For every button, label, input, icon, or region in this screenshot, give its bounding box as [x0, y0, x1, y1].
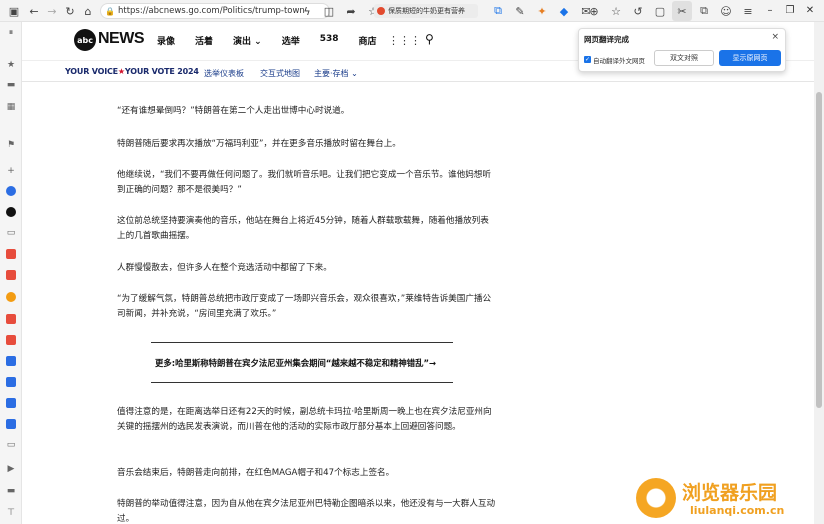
back-button[interactable]: ←	[24, 1, 44, 21]
sidebar-star-icon[interactable]: ★	[3, 58, 19, 72]
vote-brand-left: YOUR VOICE	[65, 67, 118, 76]
auto-translate-checkbox[interactable]: ✓	[584, 56, 591, 63]
watermark-logo-icon	[636, 478, 676, 518]
article-paragraph: 特朗普随后要求再次播放“万福玛利亚”，并在更多音乐播放时留在舞台上。	[117, 139, 401, 149]
share-icon[interactable]: ➦	[341, 1, 361, 21]
translation-popup: 网页翻译完成 × ✓ 自动翻译外文网页 双文对照 显示原网页	[578, 28, 786, 72]
vote-star-icon: ★	[117, 67, 125, 76]
main-nav: 录像 活着 演出 ⌄ 选举 538 商店	[157, 34, 397, 47]
window-controls: – ❐ ✕	[760, 0, 820, 20]
browser-menu-icon[interactable]: ▣	[4, 1, 24, 21]
sidebar-grid-icon[interactable]: ▦	[3, 100, 19, 114]
tabs-icon[interactable]: ▢	[650, 1, 670, 21]
article-paragraph: 音乐会结束后，特朗普走向前排，在红色MAGA帽子和47个标志上签名。	[117, 468, 395, 478]
sidebar-trash-icon[interactable]: ▬	[3, 484, 19, 498]
scrollbar-thumb[interactable]	[816, 92, 822, 408]
translate-icon[interactable]: ⧉	[488, 1, 508, 21]
sidebar-media-icon[interactable]: ▶	[3, 462, 19, 476]
watermark-url: liulanqi.com.cn	[690, 504, 785, 517]
sidebar-add-icon[interactable]: +	[3, 164, 19, 178]
user-icon[interactable]: ☺	[716, 1, 736, 21]
favorites-icon[interactable]: ☆	[606, 1, 626, 21]
vote-brand-right: YOUR VOTE 2024	[124, 67, 199, 76]
sidebar-collapse-icon[interactable]: ⏸	[3, 26, 19, 40]
article-paragraph: “为了缓解气氛，特朗普总统把市政厅变成了一场即兴音乐会，观众很喜欢，”莱维特告诉…	[117, 294, 492, 319]
nav-item-elections[interactable]: 选举	[282, 34, 300, 47]
watermark-text: 浏览器乐园	[682, 482, 778, 504]
abc-logo[interactable]: abc	[74, 29, 96, 51]
blue-extension-icon[interactable]: ◆	[554, 1, 574, 21]
popup-close-button[interactable]: ×	[771, 32, 779, 42]
nav-item-live[interactable]: 活着	[195, 34, 213, 47]
browser-sidebar: ⏸ ★ ▬ ▦ ⚑ + ▭ ▭ ▶ ▬ ⊤	[0, 22, 22, 524]
home-button[interactable]: ⌂	[78, 1, 98, 21]
article-paragraph: 人群慢慢散去，但许多人在整个竞选活动中都留了下来。	[117, 263, 332, 273]
article-paragraph: 值得注意的是，在距离选举日还有22天的时候，副总统卡玛拉·哈里斯周一晚上也在宾夕…	[117, 407, 492, 432]
show-original-button[interactable]: 显示原网页	[719, 50, 781, 66]
download-icon[interactable]: ⊕	[584, 1, 604, 21]
maximize-icon[interactable]: ❐	[780, 0, 800, 20]
article-paragraph: 特朗普的举动值得注意，因为自从他在宾夕法尼亚州巴特勒企图暗杀以来，他还没有与一大…	[117, 499, 496, 524]
auto-translate-label[interactable]: 自动翻译外文网页	[593, 55, 645, 65]
copy-icon[interactable]: ⧉	[694, 1, 714, 21]
apps-grid-icon[interactable]: ⋮⋮⋮	[388, 34, 421, 47]
history-icon[interactable]: ↺	[628, 1, 648, 21]
more-link-bottom-rule	[151, 382, 453, 383]
vote-2024-brand[interactable]: YOUR VOICE★YOUR VOTE 2024	[65, 67, 199, 76]
address-bar[interactable]: 🔒 https://abcnews.go.com/Politics/trump-…	[100, 3, 330, 19]
sidebar-red-app-icon-4[interactable]	[3, 333, 19, 347]
subnav-interactive-map[interactable]: 交互式地图	[260, 68, 300, 79]
site-name[interactable]: NEWS	[98, 30, 145, 48]
nav-item-video[interactable]: 录像	[157, 34, 175, 47]
web-page: abc NEWS 录像 活着 演出 ⌄ 选举 538 商店 ⋮⋮⋮ ⚲ YOUR…	[22, 22, 814, 524]
sidebar-red-app-icon[interactable]	[3, 247, 19, 261]
sidebar-abc-icon[interactable]	[3, 205, 19, 219]
url-text: https://abcnews.go.com/Politics/trump-to…	[117, 6, 308, 16]
article-paragraph: 这位前总统坚持要演奏他的音乐，他站在舞台上将近45分钟，随着人群载歌载舞，随着他…	[117, 216, 489, 241]
article-paragraph: “还有谁想晕倒吗？”特朗普在第二个人走出世博中心时说道。	[117, 106, 350, 116]
scissors-icon[interactable]: ✂	[672, 1, 692, 21]
browser-toolbar: ▣ ← → ↻ ⌂ 🔒 https://abcnews.go.com/Polit…	[0, 0, 824, 22]
sidebar-red-app-icon-3[interactable]	[3, 312, 19, 326]
bilingual-button[interactable]: 双文对照	[654, 50, 714, 66]
sidebar-red-app-icon-2[interactable]	[3, 268, 19, 282]
sidebar-blue-app-icon[interactable]	[3, 354, 19, 368]
colorful-extension-icon[interactable]: ✦	[532, 1, 552, 21]
sidebar-folder-icon[interactable]: ▬	[3, 78, 19, 92]
subnav-election-dashboard[interactable]: 选举仪表板	[204, 68, 244, 79]
sidebar-folder-icon-2[interactable]: ▭	[3, 438, 19, 452]
sidebar-blue-app-icon-2[interactable]	[3, 375, 19, 389]
minimize-icon[interactable]: –	[760, 0, 780, 20]
sidebar-orange-app-icon[interactable]	[3, 290, 19, 304]
sidebar-blue-app-icon-3[interactable]	[3, 396, 19, 410]
nav-item-shop[interactable]: 商店	[359, 34, 377, 47]
flash-icon[interactable]: ϟ	[297, 1, 317, 21]
watermark: 浏览器乐园 liulanqi.com.cn	[636, 476, 816, 522]
close-window-icon[interactable]: ✕	[800, 0, 820, 20]
news-icon	[377, 7, 385, 15]
extension-news-tab[interactable]: 保质期短的牛奶更有营养	[374, 4, 478, 18]
extension-news-text: 保质期短的牛奶更有营养	[388, 7, 465, 15]
sidebar-pin-icon[interactable]: ⚑	[3, 138, 19, 152]
more-link-top-rule	[151, 342, 453, 343]
page-scrollbar[interactable]	[814, 22, 824, 524]
forward-button[interactable]: →	[42, 1, 62, 21]
search-icon[interactable]: ⚲	[425, 32, 434, 46]
lock-icon: 🔒	[105, 6, 115, 16]
extension-icon[interactable]: ✎	[510, 1, 530, 21]
more-related-link[interactable]: 更多:哈里斯称特朗普在宾夕法尼亚州集会期间“越来越不稳定和精神错乱”→	[155, 356, 455, 371]
article-paragraph: 他继续说，“我们不要再做任何问题了。我们就听音乐吧。让我们把它变成一个音乐节。谁…	[117, 170, 491, 195]
reload-button[interactable]: ↻	[60, 1, 80, 21]
sidebar-search-app-icon[interactable]	[3, 184, 19, 198]
nav-item-shows[interactable]: 演出 ⌄	[233, 34, 262, 47]
popup-title: 网页翻译完成	[584, 35, 629, 44]
nav-item-538[interactable]: 538	[320, 34, 339, 47]
reader-icon[interactable]: ◫	[319, 1, 339, 21]
sidebar-doc-icon[interactable]: ▭	[3, 226, 19, 240]
main-menu-icon[interactable]: ≡	[738, 1, 758, 21]
sidebar-up-icon[interactable]: ⊤	[3, 506, 19, 520]
subnav-primaries-archive[interactable]: 主要·存档 ⌄	[314, 68, 358, 79]
sidebar-blue-app-icon-4[interactable]	[3, 417, 19, 431]
